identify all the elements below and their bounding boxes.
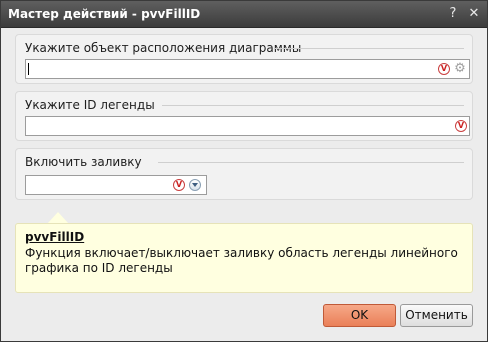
section-legend-id: Укажите ID легенды V — [15, 91, 473, 141]
cancel-button[interactable]: Отменить — [400, 304, 473, 327]
help-description: Функция включает/выключает заливку облас… — [25, 246, 458, 275]
chart-object-input[interactable]: V ⚙ — [25, 59, 470, 79]
help-panel: pvvFillID Функция включает/выключает зал… — [15, 223, 473, 293]
ok-button[interactable]: OK — [323, 304, 396, 327]
legend-id-input[interactable]: V — [25, 116, 470, 136]
chevron-down-icon[interactable] — [189, 179, 201, 191]
enable-fill-label: Включить заливку — [25, 155, 142, 169]
title-bar[interactable]: Мастер действий - pvvFillID ? ✕ — [1, 1, 487, 28]
action-wizard-dialog: Мастер действий - pvvFillID ? ✕ Укажите … — [0, 0, 488, 342]
section-chart-object: Укажите объект расположения диаграммы V … — [15, 34, 473, 84]
gear-icon[interactable]: ⚙ — [453, 62, 467, 76]
help-icon[interactable]: ? — [445, 6, 461, 22]
section-enable-fill: Включить заливку V — [15, 148, 473, 200]
enable-fill-select[interactable]: V — [25, 175, 207, 195]
help-title: pvvFillID — [25, 230, 85, 244]
section-divider — [274, 48, 464, 49]
legend-id-label: Укажите ID легенды — [25, 98, 155, 112]
validate-icon[interactable]: V — [455, 120, 467, 132]
section-divider — [158, 162, 464, 163]
validate-icon[interactable]: V — [173, 179, 185, 191]
validate-icon[interactable]: V — [438, 63, 450, 75]
text-cursor — [28, 63, 29, 75]
close-icon[interactable]: ✕ — [466, 6, 482, 22]
window-title: Мастер действий - pvvFillID — [8, 7, 201, 21]
chart-object-label: Укажите объект расположения диаграммы — [25, 41, 302, 55]
section-divider — [162, 105, 464, 106]
